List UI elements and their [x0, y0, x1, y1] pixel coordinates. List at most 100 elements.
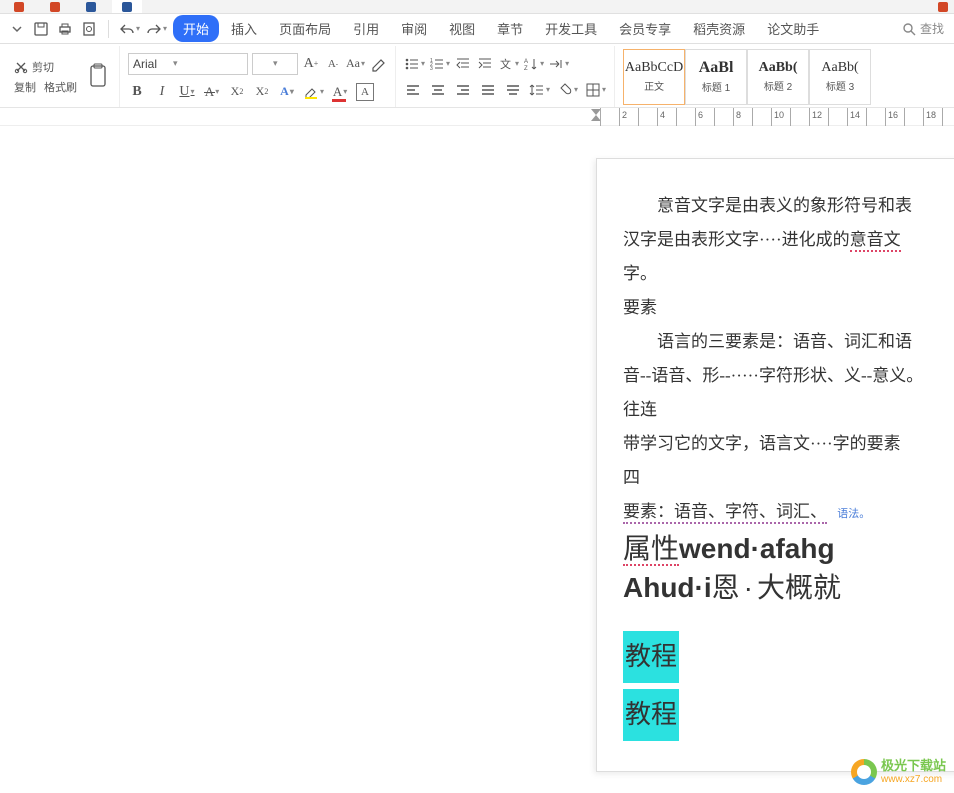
align-justify-icon[interactable]	[479, 81, 497, 99]
print-icon[interactable]	[56, 20, 74, 38]
superscript-icon[interactable]: X2	[228, 83, 246, 101]
tab-layout[interactable]: 页面布局	[269, 15, 341, 42]
shading-icon[interactable]: ▾	[557, 81, 578, 99]
tab-review[interactable]: 审阅	[391, 15, 437, 42]
decrease-indent-icon[interactable]	[454, 55, 472, 73]
tab-docer[interactable]: 稻壳资源	[683, 15, 755, 42]
text-effect-icon[interactable]: A▾	[278, 83, 296, 101]
align-right-icon[interactable]	[454, 81, 472, 99]
char-shading-icon[interactable]: A	[356, 83, 374, 101]
tab-refs[interactable]: 引用	[343, 15, 389, 42]
borders-icon[interactable]: ▾	[585, 81, 606, 99]
paragraph[interactable]: 意音文字是由表义的象形符号和表	[623, 189, 954, 223]
paragraph-group: ▾ 123▾ 文▾ AZ▾ ▾ ▾ ▾ ▾	[396, 46, 615, 107]
font-color-icon[interactable]: A▾	[331, 83, 349, 101]
subscript-icon[interactable]: X2	[253, 83, 271, 101]
align-distribute-icon[interactable]	[504, 81, 522, 99]
paragraph[interactable]: 音--语音、形--·····字符形状、义--意义。	[623, 359, 954, 393]
style-normal[interactable]: AaBbCcD 正文	[623, 49, 685, 105]
bold-button[interactable]: B	[128, 83, 146, 101]
word-icon	[122, 2, 132, 12]
watermark-logo-icon	[851, 759, 877, 785]
cut-button[interactable]: 剪切	[12, 58, 79, 76]
tab-member[interactable]: 会员专享	[609, 15, 681, 42]
app-tab[interactable]	[76, 0, 106, 14]
format-painter-button[interactable]: 格式刷	[44, 79, 77, 95]
shrink-font-icon[interactable]: A-	[324, 55, 342, 73]
new-tab-button[interactable]	[936, 0, 950, 14]
increase-indent-icon[interactable]	[476, 55, 494, 73]
text-run: 大概就	[757, 572, 841, 603]
ruler-num: 16	[888, 110, 898, 120]
indent-marker[interactable]	[590, 108, 600, 118]
ruler-scale: 2 4 6 8 10 12 14 16 18 20	[600, 108, 954, 126]
text-run: 恩	[712, 572, 740, 603]
grammar-note[interactable]: 语法。	[837, 508, 870, 520]
app-tab-active[interactable]	[112, 0, 142, 14]
ruler-num: 4	[660, 110, 665, 120]
cut-label: 剪切	[32, 59, 54, 75]
tab-dev[interactable]: 开发工具	[535, 15, 607, 42]
line-spacing-icon[interactable]: ▾	[529, 81, 550, 99]
align-center-icon[interactable]	[429, 81, 447, 99]
horizontal-ruler[interactable]: 2 4 6 8 10 12 14 16 18 20	[0, 108, 954, 126]
style-heading2[interactable]: AaBb( 标题 2	[747, 49, 809, 105]
app-tab[interactable]	[40, 0, 70, 14]
svg-text:Z: Z	[524, 66, 528, 72]
paragraph[interactable]: Ahud·i恩·大概就	[623, 568, 954, 607]
undo-icon[interactable]: ▾	[119, 20, 140, 38]
paragraph[interactable]: 四	[623, 461, 954, 495]
tab-paper[interactable]: 论文助手	[757, 15, 829, 42]
tab-sections[interactable]: 章节	[487, 15, 533, 42]
highlighted-text[interactable]: 教程	[623, 689, 679, 741]
tab-start[interactable]: 开始	[173, 15, 219, 42]
italic-button[interactable]: I	[153, 83, 171, 101]
paragraph[interactable]: 要素	[623, 291, 954, 325]
ruler-num: 8	[736, 110, 741, 120]
strike-button[interactable]: A▾	[203, 83, 221, 101]
paste-icon[interactable]	[85, 62, 111, 92]
paragraph[interactable]: 属性wend·afahg	[623, 529, 954, 568]
change-case-icon[interactable]: Aa▾	[346, 55, 365, 73]
paragraph[interactable]: 语言的三要素是：语音、词汇和语	[623, 325, 954, 359]
bullets-icon[interactable]: ▾	[404, 55, 425, 73]
dropdown-icon[interactable]	[8, 20, 26, 38]
style-heading1[interactable]: AaBl 标题 1	[685, 49, 747, 105]
text-direction-icon[interactable]: 文▾	[498, 55, 519, 73]
site-watermark: 极光下载站 www.xz7.com	[851, 759, 946, 785]
style-label: 标题 2	[764, 78, 792, 93]
numbering-icon[interactable]: 123▾	[429, 55, 450, 73]
text-run: Ahud·i	[623, 572, 712, 603]
tab-icon[interactable]: ▾	[548, 55, 569, 73]
clipboard-group: 剪切 复制 格式刷	[4, 46, 120, 107]
redo-icon[interactable]: ▾	[146, 20, 167, 38]
search-box[interactable]: 查找	[896, 20, 950, 37]
copy-button[interactable]: 复制	[14, 79, 36, 95]
svg-text:A: A	[524, 59, 528, 65]
document-area[interactable]: 意音文字是由表义的象形符号和表 汉字是由表形文字····进化成的意音文 字。 要…	[0, 128, 954, 793]
tab-view[interactable]: 视图	[439, 15, 485, 42]
tab-insert[interactable]: 插入	[221, 15, 267, 42]
ruler-num: 18	[926, 110, 936, 120]
document-page[interactable]: 意音文字是由表义的象形符号和表 汉字是由表形文字····进化成的意音文 字。 要…	[596, 158, 954, 772]
underline-button[interactable]: U▾	[178, 83, 196, 101]
search-placeholder: 查找	[920, 20, 944, 37]
style-heading3[interactable]: AaBb( 标题 3	[809, 49, 871, 105]
font-size-select[interactable]: ▾	[252, 53, 298, 75]
paragraph[interactable]: 字。	[623, 257, 954, 291]
grow-font-icon[interactable]: A+	[302, 55, 320, 73]
font-name-select[interactable]: Arial▾	[128, 53, 248, 75]
align-left-icon[interactable]	[404, 81, 422, 99]
paragraph[interactable]: 汉字是由表形文字····进化成的意音文	[623, 223, 954, 257]
app-tab[interactable]	[4, 0, 34, 14]
clear-format-icon[interactable]	[369, 55, 387, 73]
highlighted-text[interactable]: 教程	[623, 631, 679, 683]
highlight-color-icon[interactable]: ▾	[303, 83, 324, 101]
paragraph[interactable]: 要素：语音、字符、词汇、 语法。	[623, 495, 954, 529]
sort-icon[interactable]: AZ▾	[523, 55, 544, 73]
save-icon[interactable]	[32, 20, 50, 38]
preview-icon[interactable]	[80, 20, 98, 38]
paragraph[interactable]: 带学习它的文字，语言文····字的要素	[623, 427, 954, 461]
style-preview: AaBbCcD	[625, 60, 683, 76]
paragraph[interactable]: 往连	[623, 393, 954, 427]
